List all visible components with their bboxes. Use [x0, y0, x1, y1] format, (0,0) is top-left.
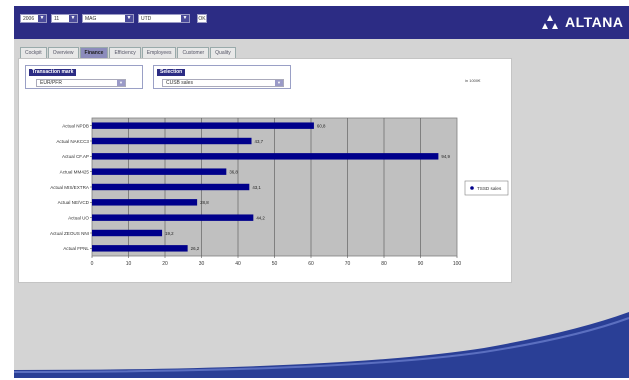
category-label: Actual NPDB	[62, 123, 89, 128]
period-select[interactable]: UTD ▼	[138, 14, 190, 23]
finance-panel: Transaction mark EUR/PFR ▼ Selection CUS…	[18, 58, 512, 283]
category-label: Actual FPNL	[63, 246, 89, 251]
unit-select[interactable]: MAG ▼	[82, 14, 134, 23]
category-label: Actual ZEOUS NNI	[50, 231, 89, 236]
ok-button[interactable]: OK	[197, 14, 207, 23]
unit-select-value: MAG	[85, 16, 97, 22]
month-select-value: 11	[54, 16, 60, 22]
x-tick-label: 60	[308, 261, 314, 267]
bar-value-label: 43,7	[255, 139, 264, 144]
decorative-wave	[14, 312, 629, 378]
bar-value-label: 60,8	[317, 123, 326, 128]
app-window: 2006 ▼ 11 ▼ MAG ▼ UTD ▼ OK ALTANA Cockpi…	[14, 6, 629, 378]
bar	[92, 122, 314, 129]
tab-bar: Cockpit Overview Finance Efficiency Empl…	[20, 47, 237, 58]
chevron-down-icon: ▼	[69, 15, 77, 22]
legend-marker	[470, 186, 474, 190]
tab-finance[interactable]: Finance	[79, 47, 109, 58]
bar	[92, 229, 163, 237]
x-tick-label: 10	[126, 261, 132, 267]
x-tick-label: 90	[418, 261, 424, 267]
tab-cockpit[interactable]: Cockpit	[20, 47, 47, 58]
bar-chart: 0 10 20 30 40 50 60 70 80 90 100 Actual NPDB 60,8 Act…	[50, 117, 509, 267]
tab-employees[interactable]: Employees	[141, 47, 177, 58]
chevron-down-icon: ▼	[181, 15, 189, 22]
category-label: Actual NAKCC3	[56, 139, 89, 144]
chevron-down-icon: ▼	[125, 15, 133, 22]
month-select[interactable]: 11 ▼	[51, 14, 78, 23]
legend-label: TSSD sales	[477, 186, 502, 191]
category-label: Actual UO	[68, 215, 89, 220]
category-label: Actual MM425	[60, 169, 90, 174]
x-tick-label: 80	[381, 261, 387, 267]
altana-logo-icon	[542, 15, 558, 29]
x-tick-label: 100	[453, 261, 462, 267]
bar-value-label: 36,8	[229, 169, 238, 174]
x-tick-label: 50	[272, 261, 278, 267]
category-label: Actual MIS/EXTRA	[50, 185, 90, 190]
top-bar: 2006 ▼ 11 ▼ MAG ▼ UTD ▼ OK ALTANA	[14, 6, 629, 39]
bar	[92, 168, 227, 175]
x-tick-label: 30	[199, 261, 205, 267]
tab-efficiency[interactable]: Efficiency	[109, 47, 141, 58]
year-select-value: 2006	[23, 16, 35, 22]
category-label: Actual CF.AP	[62, 154, 89, 159]
tab-quality[interactable]: Quality	[210, 47, 236, 58]
x-tick-label: 20	[162, 261, 168, 267]
x-tick-label: 0	[91, 261, 94, 267]
bar-value-label: 28,8	[200, 200, 209, 205]
bar	[92, 137, 252, 145]
tab-overview[interactable]: Overview	[47, 47, 79, 58]
bar-value-label: 43,1	[252, 185, 261, 190]
x-tick-label: 70	[345, 261, 351, 267]
bar	[92, 199, 198, 206]
brand-logo: ALTANA	[539, 12, 623, 32]
bar	[92, 245, 188, 252]
brand-name: ALTANA	[565, 14, 624, 30]
year-select[interactable]: 2006 ▼	[20, 14, 47, 23]
tab-customer[interactable]: Customer	[177, 47, 210, 58]
period-select-value: UTD	[141, 16, 152, 22]
chevron-down-icon: ▼	[38, 15, 46, 22]
bar	[92, 214, 254, 221]
category-label: Actual NE/VCD	[58, 200, 90, 205]
x-tick-label: 40	[235, 261, 241, 267]
bar-value-label: 19,2	[165, 231, 174, 236]
bar	[92, 153, 439, 160]
bar	[92, 183, 250, 191]
bar-value-label: 44,2	[256, 215, 265, 220]
bar-value-label: 26,2	[191, 246, 200, 251]
bar-value-label: 94,9	[441, 154, 450, 159]
